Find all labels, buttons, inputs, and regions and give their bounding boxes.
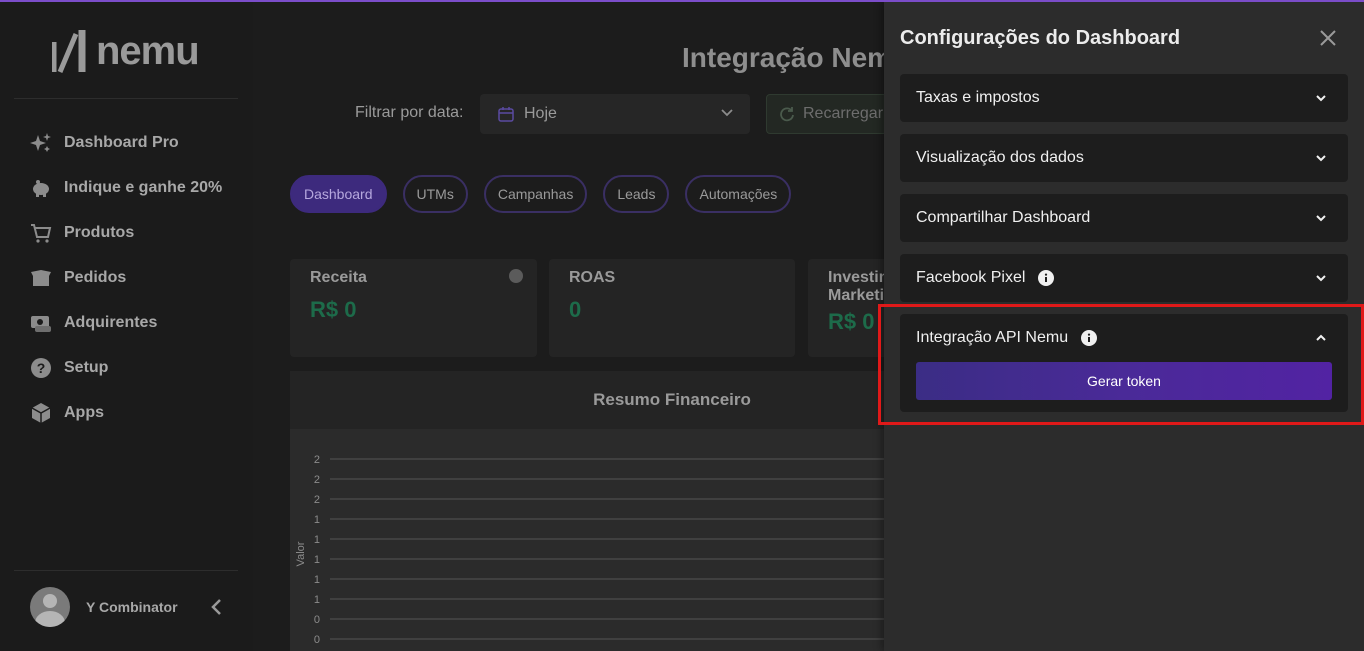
y-tick-label: 2 <box>314 474 320 486</box>
sparkles-icon <box>30 132 52 154</box>
calendar-icon <box>498 107 514 122</box>
close-icon[interactable] <box>1317 27 1339 49</box>
sidebar-item-pedidos[interactable]: Pedidos <box>30 255 222 300</box>
sidebar-item-label: Apps <box>64 403 104 421</box>
date-filter-select[interactable]: Hoje <box>480 94 750 134</box>
user-profile[interactable]: Y Combinator <box>30 587 230 627</box>
accordion-taxas[interactable]: Taxas e impostos <box>900 74 1348 122</box>
help-icon: ? <box>30 357 52 379</box>
info-icon[interactable] <box>509 269 523 283</box>
y-tick-label: 0 <box>314 614 320 626</box>
sidebar: nemu Dashboard Pro Indique e ganhe 20% P… <box>0 0 253 651</box>
brand-name: nemu <box>96 29 200 73</box>
sidebar-item-apps[interactable]: Apps <box>30 390 222 435</box>
sidebar-item-adquirentes[interactable]: Adquirentes <box>30 300 222 345</box>
accordion-facebook-pixel[interactable]: Facebook Pixel <box>900 254 1348 302</box>
chevron-down-icon <box>1316 155 1326 162</box>
tab-dashboard[interactable]: Dashboard <box>290 175 387 213</box>
svg-text:?: ? <box>37 360 46 376</box>
sidebar-item-produtos[interactable]: Produtos <box>30 210 222 255</box>
tab-automacoes[interactable]: Automações <box>685 175 792 213</box>
sidebar-item-label: Adquirentes <box>64 313 158 331</box>
user-name: Y Combinator <box>86 599 178 615</box>
metric-value: R$ 0 <box>310 297 357 322</box>
sidebar-item-label: Dashboard Pro <box>64 133 179 151</box>
nemu-logo-icon <box>52 30 86 73</box>
metric-card-receita: Receita R$ 0 <box>290 259 537 357</box>
metric-title: ROAS <box>569 269 616 286</box>
sidebar-divider <box>14 98 238 99</box>
accordion-label: Compartilhar Dashboard <box>916 209 1091 226</box>
sidebar-item-dashboard-pro[interactable]: Dashboard Pro <box>30 120 222 165</box>
y-tick-label: 1 <box>314 594 320 606</box>
tab-leads[interactable]: Leads <box>603 175 670 213</box>
brand-logo[interactable]: nemu <box>52 28 200 74</box>
y-tick-label: 1 <box>314 534 320 546</box>
chevron-down-icon <box>1316 215 1326 222</box>
y-tick-label: 2 <box>314 494 320 506</box>
money-icon <box>30 312 52 334</box>
accordion-label: Taxas e impostos <box>916 89 1040 106</box>
accordion-label: Facebook Pixel <box>916 269 1026 286</box>
generate-token-button[interactable]: Gerar token <box>916 362 1332 400</box>
date-filter-label: Filtrar por data: <box>355 104 464 121</box>
y-tick-label: 2 <box>314 454 320 466</box>
sidebar-nav: Dashboard Pro Indique e ganhe 20% Produt… <box>30 120 222 435</box>
tab-campanhas[interactable]: Campanhas <box>483 175 588 213</box>
sidebar-item-label: Pedidos <box>64 268 127 286</box>
accordion-header[interactable]: Integração API Nemu <box>900 314 1348 362</box>
cube-icon <box>30 402 52 424</box>
reload-label: Recarregar <box>803 105 884 122</box>
accordion-header[interactable]: Taxas e impostos <box>900 74 1348 122</box>
y-tick-label: 1 <box>314 514 320 526</box>
refresh-icon <box>780 107 794 122</box>
accordion-header[interactable]: Compartilhar Dashboard <box>900 194 1348 242</box>
y-tick-label: 1 <box>314 554 320 566</box>
info-icon[interactable] <box>1038 270 1055 286</box>
accordion-label: Integração API Nemu <box>916 329 1069 346</box>
page-title: Integração Nemu <box>682 42 910 73</box>
panel-title: Configurações do Dashboard <box>900 27 1181 49</box>
sidebar-item-referral[interactable]: Indique e ganhe 20% <box>30 165 222 210</box>
accordion-label: Visualização dos dados <box>916 149 1084 166</box>
accordion-header[interactable]: Facebook Pixel <box>900 254 1348 302</box>
accordion-compartilhar[interactable]: Compartilhar Dashboard <box>900 194 1348 242</box>
y-tick-label: 0 <box>314 634 320 646</box>
piggy-bank-icon <box>30 177 52 199</box>
sidebar-item-setup[interactable]: ? Setup <box>30 345 222 390</box>
info-icon[interactable] <box>1081 330 1098 346</box>
top-accent-line <box>0 0 1364 2</box>
accordion-api-nemu[interactable]: Integração API Nemu Gerar token <box>900 314 1348 412</box>
accordion-header[interactable]: Visualização dos dados <box>900 134 1348 182</box>
metric-value: 0 <box>569 297 582 322</box>
dashboard-tabs: Dashboard UTMs Campanhas Leads Automaçõe… <box>290 175 807 213</box>
tab-utms[interactable]: UTMs <box>402 175 468 213</box>
y-axis-label: Valor <box>295 541 307 566</box>
sidebar-item-label: Setup <box>64 358 109 376</box>
sidebar-item-label: Indique e ganhe 20% <box>64 178 223 196</box>
dashboard-settings-panel: Configurações do Dashboard Taxas e impos… <box>884 2 1364 651</box>
chevron-down-icon <box>1316 95 1326 102</box>
chevron-down-icon <box>721 109 733 117</box>
sidebar-item-label: Produtos <box>64 223 135 241</box>
accordion-visualizacao[interactable]: Visualização dos dados <box>900 134 1348 182</box>
cart-icon <box>30 222 52 244</box>
date-filter-value: Hoje <box>524 105 557 122</box>
sidebar-divider <box>14 570 238 571</box>
collapse-sidebar-icon[interactable] <box>207 597 227 617</box>
avatar <box>30 587 70 627</box>
chevron-up-icon <box>1316 334 1326 341</box>
box-icon <box>30 267 52 289</box>
metric-card-roas: ROAS 0 <box>549 259 795 357</box>
metric-title: Receita <box>310 269 367 286</box>
chevron-down-icon <box>1316 275 1326 282</box>
y-tick-label: 1 <box>314 574 320 586</box>
